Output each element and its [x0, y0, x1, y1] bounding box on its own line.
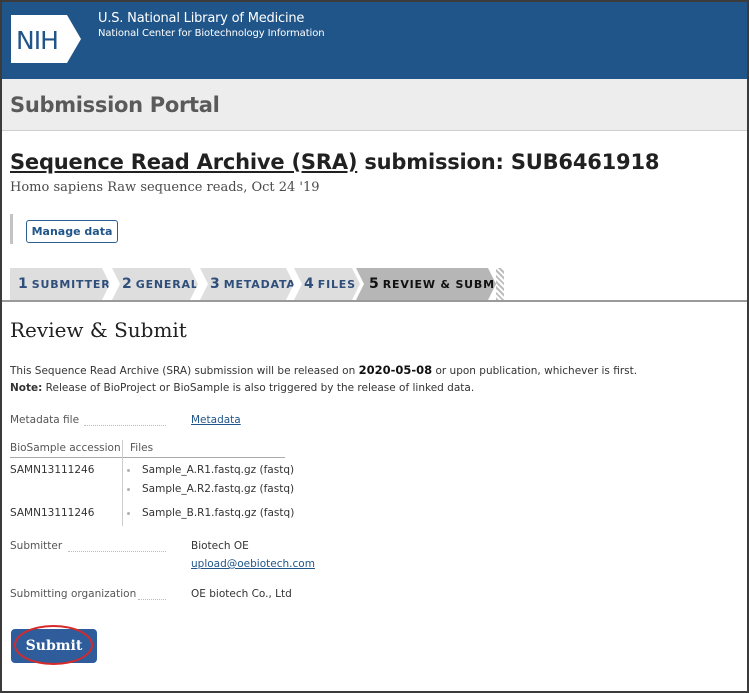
step-general[interactable]: 2 GENERAL	[112, 268, 198, 300]
note-text: Release of BioProject or BioSample is al…	[42, 382, 475, 394]
release-prefix: This Sequence Read Archive (SRA) submiss…	[10, 365, 359, 377]
nlm-name: U.S. National Library of Medicine	[98, 11, 305, 26]
dotted-leader	[68, 551, 166, 552]
page-title: Sequence Read Archive (SRA) submission: …	[10, 150, 659, 174]
nih-header: NIH U.S. National Library of Medicine Na…	[2, 2, 747, 79]
file-name: Sample_B.R1.fastq.gz (fastq)	[142, 507, 295, 519]
step-number: 4	[304, 276, 314, 292]
step-number: 2	[122, 276, 132, 292]
step-label: GENERAL	[135, 278, 199, 291]
nih-logo-text: NIH	[16, 26, 58, 55]
step-number: 3	[210, 276, 220, 292]
table-column-rule	[122, 440, 123, 526]
step-label: METADATA	[223, 278, 296, 291]
organization-name: OE biotech Co., Ltd	[191, 588, 292, 600]
submission-subtitle: Homo sapiens Raw sequence reads, Oct 24 …	[10, 180, 320, 195]
step-review-submit[interactable]: 5 REVIEW & SUBMIT	[356, 268, 496, 300]
steps-divider	[2, 300, 747, 302]
note-label: Note:	[10, 382, 43, 394]
submit-button[interactable]: Submit	[11, 629, 97, 663]
file-name: Sample_A.R1.fastq.gz (fastq)	[142, 464, 295, 476]
bullet-icon	[127, 512, 130, 515]
manage-data-button[interactable]: Manage data	[26, 220, 118, 243]
submitter-email-link[interactable]: upload@oebiotech.com	[191, 558, 315, 570]
step-metadata[interactable]: 3 METADATA	[200, 268, 294, 300]
submitter-name: Biotech OE	[191, 540, 249, 552]
step-submitter[interactable]: 1 SUBMITTER	[10, 268, 110, 300]
release-note: Note: Release of BioProject or BioSample…	[10, 382, 474, 394]
table-header-rule	[10, 457, 285, 458]
metadata-file-label: Metadata file	[10, 414, 80, 426]
section-heading: Review & Submit	[10, 318, 187, 342]
step-number: 5	[369, 276, 379, 292]
manage-data-bar	[10, 214, 13, 244]
table-row-accession: SAMN13111246	[10, 464, 95, 476]
organization-label: Submitting organization	[10, 588, 137, 600]
page-frame: NIH U.S. National Library of Medicine Na…	[0, 0, 749, 693]
ncbi-name: National Center for Biotechnology Inform…	[98, 28, 325, 39]
col-header-files: Files	[130, 442, 154, 454]
step-number: 1	[18, 276, 28, 292]
submitter-label: Submitter	[10, 540, 63, 552]
step-label: REVIEW & SUBMIT	[382, 278, 509, 291]
nih-title: U.S. National Library of Medicine Nation…	[98, 11, 325, 39]
release-date: 2020-05-08	[358, 363, 433, 377]
release-info: This Sequence Read Archive (SRA) submiss…	[10, 363, 637, 377]
bullet-icon	[127, 469, 130, 472]
step-label: SUBMITTER	[31, 278, 111, 291]
bullet-icon	[127, 488, 130, 491]
dotted-leader	[138, 599, 166, 600]
sra-link[interactable]: Sequence Read Archive (SRA)	[10, 150, 357, 174]
step-tail-decoration	[496, 268, 504, 300]
table-row-accession: SAMN13111246	[10, 507, 95, 519]
col-header-biosample: BioSample accession	[10, 442, 121, 454]
release-suffix: or upon publication, whichever is first.	[432, 365, 638, 377]
file-name: Sample_A.R2.fastq.gz (fastq)	[142, 483, 295, 495]
step-label: FILES	[317, 278, 356, 291]
submission-id-text: submission: SUB6461918	[357, 150, 660, 174]
portal-bar: Submission Portal	[2, 79, 747, 131]
portal-title[interactable]: Submission Portal	[10, 93, 220, 117]
step-files[interactable]: 4 FILES	[294, 268, 360, 300]
nih-logo[interactable]: NIH	[11, 15, 81, 63]
dotted-leader	[84, 425, 166, 426]
metadata-link[interactable]: Metadata	[191, 414, 241, 426]
